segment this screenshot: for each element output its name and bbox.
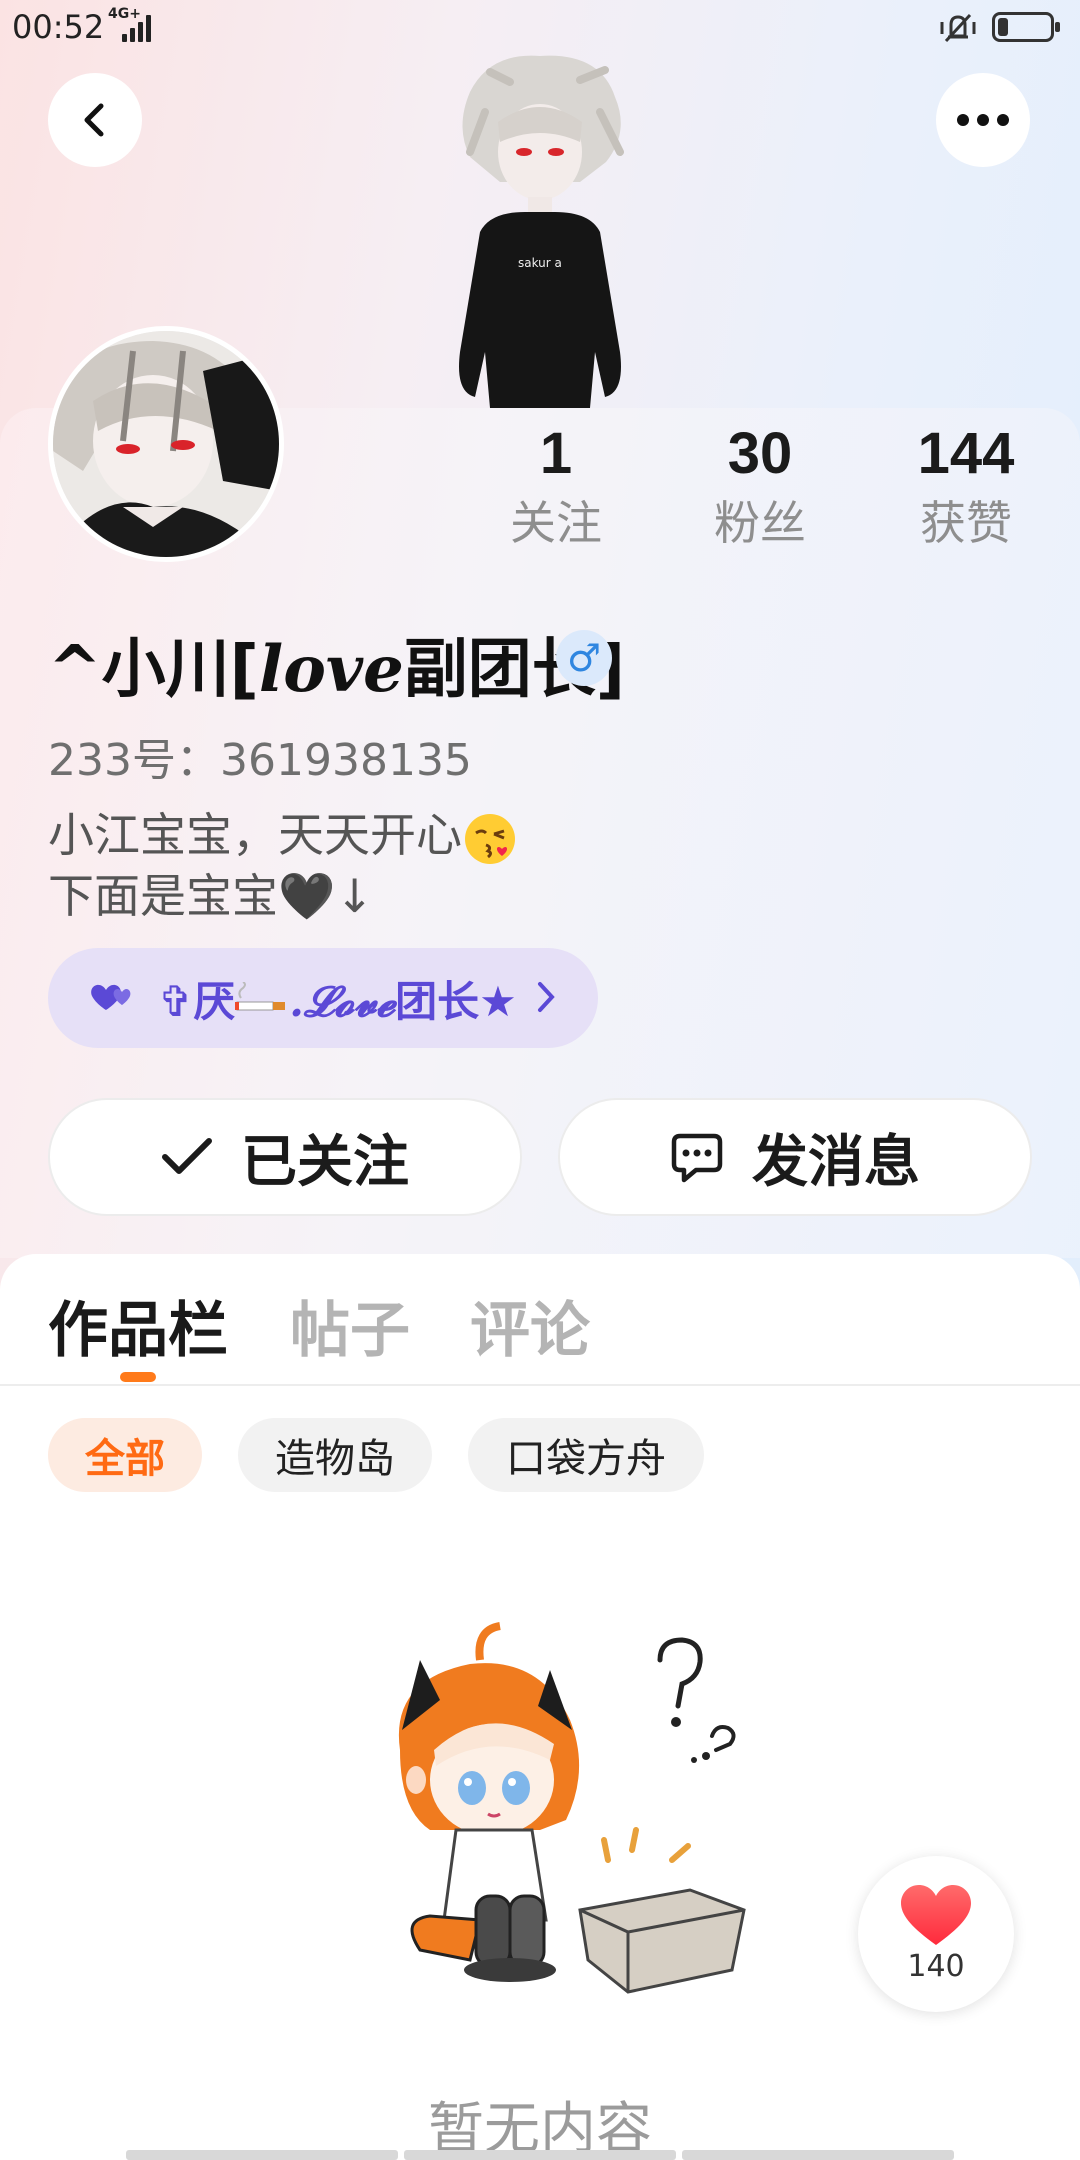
kiss-emoji-icon (462, 811, 518, 867)
empty-state-illustration (360, 1620, 760, 2020)
cigarette-icon (235, 977, 289, 1026)
active-tab-indicator (120, 1372, 156, 1382)
bio-line-2: 下面是宝宝🖤↓ (48, 868, 374, 923)
filter-pocket-ark[interactable]: 口袋方舟 (468, 1418, 704, 1492)
tabs-divider (0, 1384, 1080, 1386)
stat-followers[interactable]: 30 粉丝 (670, 418, 850, 556)
likes-label: 获赞 (920, 496, 1012, 550)
username: ^小川[love副团长] (48, 632, 626, 707)
battery-icon (992, 12, 1060, 42)
check-icon (162, 1138, 212, 1174)
user-id: 233号：361938135 (48, 735, 472, 786)
stat-likes[interactable]: 144 获赞 (876, 418, 1056, 556)
chevron-right-icon (538, 982, 555, 1012)
stat-following[interactable]: 1 关注 (466, 418, 646, 556)
tab-posts[interactable]: 帖子 (290, 1282, 410, 1369)
more-horizontal-icon (957, 114, 1009, 126)
bio: 小江宝宝，天天开心 下面是宝宝🖤↓ (48, 806, 518, 925)
following-count: 1 (539, 421, 573, 486)
signal-icon (122, 14, 158, 42)
vibrate-mute-icon (938, 10, 978, 46)
bio-line-1: 小江宝宝，天天开心 (48, 808, 462, 862)
heart-icon (901, 1884, 971, 1945)
club-name: ✞厌 .𝓛𝓸𝓿𝓮团长★ (158, 976, 517, 1026)
following-label: 关注 (510, 496, 602, 550)
status-bar: 00:52 4G+ (0, 0, 1080, 56)
tab-works[interactable]: 作品栏 (48, 1282, 228, 1369)
loading-placeholder-bars (126, 2150, 954, 2160)
filter-all[interactable]: 全部 (48, 1418, 202, 1492)
like-button[interactable]: 140 (858, 1856, 1014, 2012)
svg-text:sakur a: sakur a (518, 256, 562, 270)
back-button[interactable] (48, 73, 142, 167)
like-count: 140 (907, 1948, 965, 1984)
send-message-button[interactable]: 发消息 (558, 1098, 1032, 1216)
followers-label: 粉丝 (714, 496, 806, 550)
avatar[interactable] (48, 326, 284, 562)
followed-label: 已关注 (241, 1129, 409, 1195)
double-heart-icon (91, 984, 131, 1010)
send-message-label: 发消息 (752, 1129, 920, 1195)
club-badge-button[interactable]: ✞厌 .𝓛𝓸𝓿𝓮团长★ (48, 948, 598, 1048)
chat-bubble-icon (671, 1133, 723, 1183)
empty-state-text: 暂无内容 (428, 2097, 652, 2160)
filter-creation-island[interactable]: 造物岛 (238, 1418, 432, 1492)
gender-male-icon: ♂ (556, 630, 612, 686)
followers-count: 30 (727, 421, 793, 486)
more-button[interactable] (936, 73, 1030, 167)
chevron-left-icon (84, 103, 104, 137)
banner-character-image: sakur a (430, 52, 650, 408)
tab-comments[interactable]: 评论 (470, 1282, 590, 1369)
likes-count: 144 (917, 421, 1015, 486)
followed-button[interactable]: 已关注 (48, 1098, 522, 1216)
status-time: 00:52 (12, 8, 105, 46)
